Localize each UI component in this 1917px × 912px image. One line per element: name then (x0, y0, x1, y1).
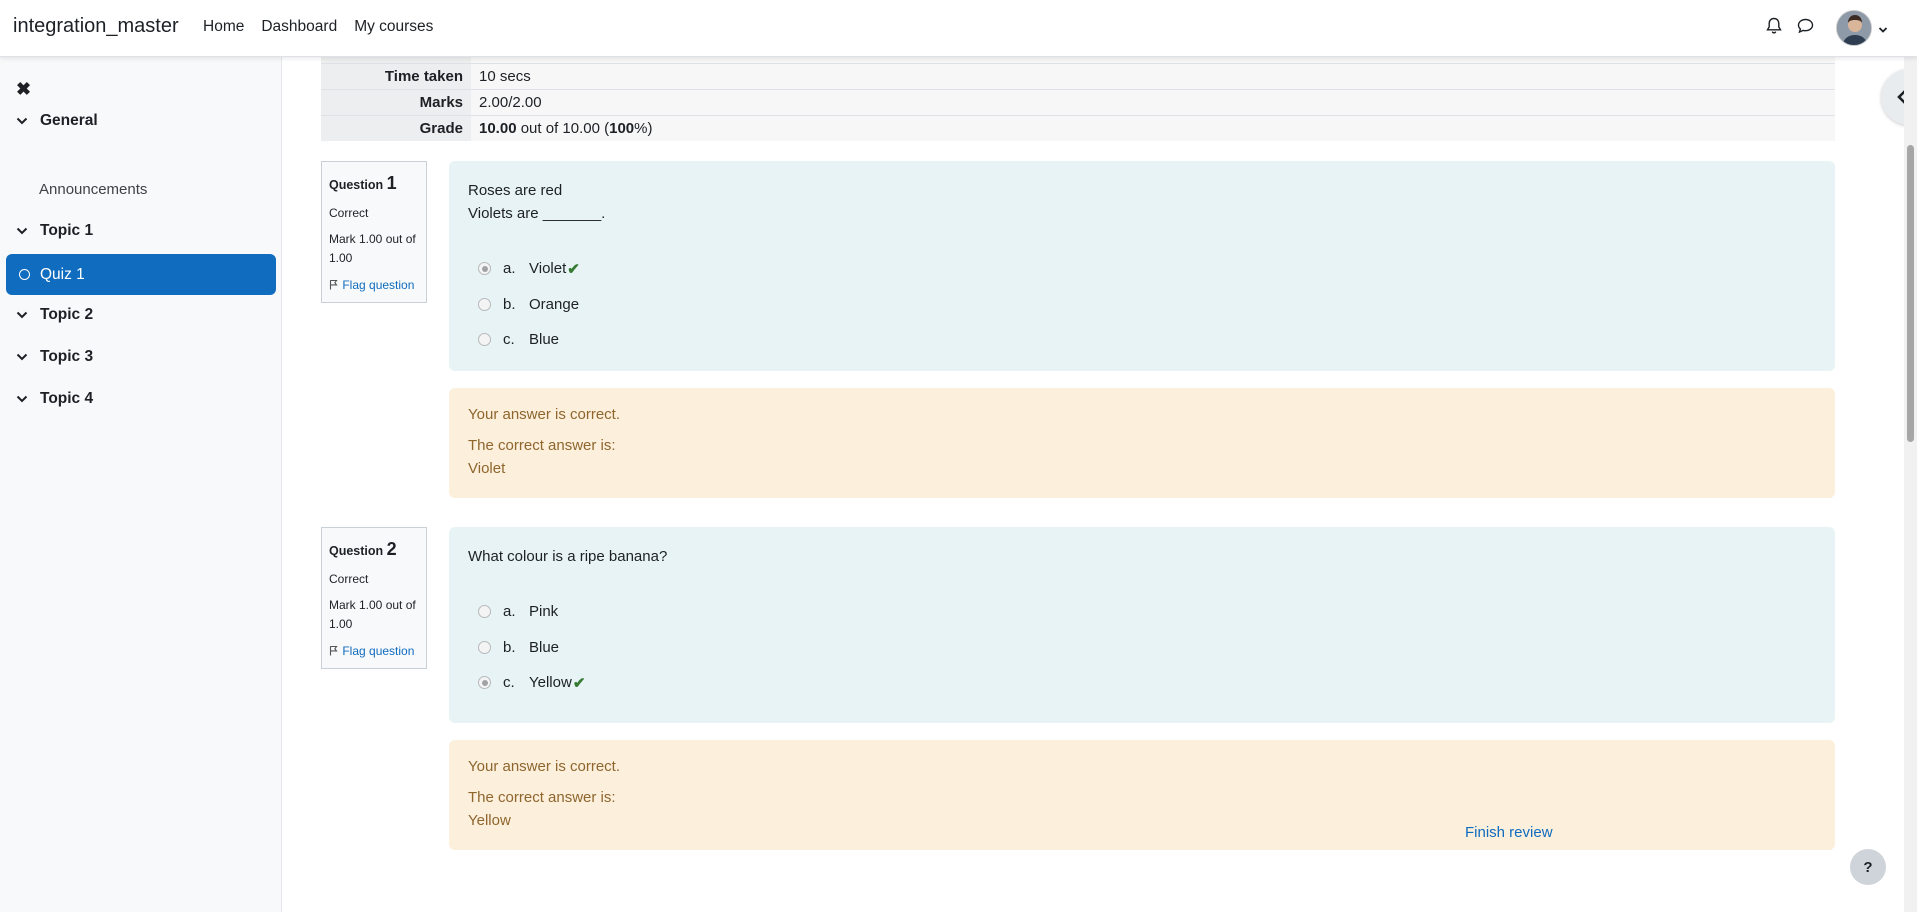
question-1-formulation: Roses are red Violets are _______. a. Vi… (449, 161, 1835, 371)
answer-options: a. Violet ✔ b. Orange c. Blue (468, 251, 1816, 358)
chevron-down-icon (16, 117, 28, 125)
close-drawer-icon[interactable]: ✖ (16, 79, 31, 100)
messages-chat-icon[interactable] (1797, 18, 1814, 38)
site-brand[interactable]: integration_master (13, 15, 179, 38)
right-answer: Violet (468, 460, 506, 477)
question-grade: Mark 1.00 out of 1.00 (329, 232, 416, 266)
activity-announcements[interactable]: Announcements (39, 181, 147, 198)
question-grade: Mark 1.00 out of 1.00 (329, 598, 416, 632)
summary-value: 10 secs (471, 64, 1835, 89)
question-state: Correct (329, 205, 369, 220)
answer-radio[interactable] (478, 262, 491, 276)
answer-option[interactable]: c. Blue (468, 322, 1816, 358)
primary-navigation: Home Dashboard My courses (203, 18, 433, 36)
notification-bell-icon[interactable] (1766, 17, 1782, 39)
user-avatar[interactable] (1836, 10, 1872, 46)
section-topic-2[interactable]: Topic 2 (16, 306, 93, 324)
quiz-review-summary-table: Time taken 10 secs Marks 2.00/2.00 Grade… (321, 57, 1835, 141)
answer-radio[interactable] (478, 297, 491, 311)
course-index-drawer: ✖ General Announcements Topic 1 Quiz 1 T… (0, 57, 282, 912)
question-1-info: Question 1 Correct Mark 1.00 out of 1.00… (321, 161, 427, 304)
summary-row-marks: Marks 2.00/2.00 (321, 89, 1835, 115)
right-answer-label: The correct answer is: (468, 437, 616, 454)
summary-value: 2.00/2.00 (471, 90, 1835, 115)
summary-value: 10.00 out of 10.00 (100%) (471, 116, 1835, 141)
question-text: Roses are red Violets are _______. (468, 182, 606, 222)
chevron-down-icon (16, 311, 28, 319)
right-answer: Yellow (468, 812, 511, 829)
section-general[interactable]: General (16, 112, 98, 130)
answer-option[interactable]: b. Blue (468, 630, 1816, 666)
flag-icon (329, 645, 338, 656)
section-topic-3[interactable]: Topic 3 (16, 348, 93, 366)
question-number: Question 2 (329, 539, 397, 559)
finish-review-link[interactable]: Finish review (1465, 824, 1553, 841)
answer-option[interactable]: a. Pink (468, 594, 1816, 630)
question-1-outcome: Your answer is correct. The correct answ… (449, 388, 1835, 498)
section-topic-4[interactable]: Topic 4 (16, 390, 93, 408)
summary-row-grade: Grade 10.00 out of 10.00 (100%) (321, 115, 1835, 141)
feedback-text: Your answer is correct. (468, 406, 621, 423)
question-number: Question 1 (329, 173, 397, 193)
feedback-text: Your answer is correct. (468, 758, 621, 775)
help-button[interactable]: ? (1850, 849, 1886, 885)
answer-option[interactable]: a. Violet ✔ (468, 251, 1816, 287)
nav-my-courses-link[interactable]: My courses (354, 18, 433, 36)
answer-radio[interactable] (478, 640, 491, 654)
chevron-down-icon (16, 395, 28, 403)
question-2-info: Question 2 Correct Mark 1.00 out of 1.00… (321, 527, 427, 670)
flag-question-link[interactable]: Flag question (329, 642, 419, 661)
summary-header: Grade (321, 116, 471, 141)
question-2-formulation: What colour is a ripe banana? a. Pink b.… (449, 527, 1835, 723)
top-navbar: integration_master Home Dashboard My cou… (0, 0, 1917, 57)
summary-row-time-taken: Time taken 10 secs (321, 63, 1835, 89)
answer-radio[interactable] (478, 333, 491, 347)
completion-circle-icon (19, 269, 30, 280)
chevron-down-icon (16, 353, 28, 361)
question-2-outcome: Your answer is correct. The correct answ… (449, 740, 1835, 850)
section-topic-1[interactable]: Topic 1 (16, 222, 93, 240)
flag-question-link[interactable]: Flag question (329, 276, 419, 295)
question-state: Correct (329, 571, 369, 586)
answer-radio[interactable] (478, 676, 491, 690)
answer-option[interactable]: b. Orange (468, 287, 1816, 323)
correct-check-icon: ✔ (567, 260, 580, 278)
chevron-down-icon (16, 227, 28, 235)
question-text: What colour is a ripe banana? (468, 548, 668, 565)
answer-options: a. Pink b. Blue c. Yellow ✔ (468, 594, 1816, 701)
answer-option[interactable]: c. Yellow ✔ (468, 665, 1816, 701)
flag-icon (329, 279, 338, 290)
scrollbar-thumb[interactable] (1907, 145, 1914, 442)
summary-header: Time taken (321, 64, 471, 89)
answer-radio[interactable] (478, 605, 491, 619)
right-answer-label: The correct answer is: (468, 789, 616, 806)
correct-check-icon: ✔ (572, 674, 586, 692)
user-menu-chevron-down-icon[interactable] (1878, 21, 1888, 38)
summary-row-clipped (321, 57, 1835, 63)
main-region: Time taken 10 secs Marks 2.00/2.00 Grade… (282, 57, 1917, 912)
activity-quiz-1-active[interactable]: Quiz 1 (6, 254, 276, 295)
nav-dashboard-link[interactable]: Dashboard (261, 18, 337, 36)
nav-home-link[interactable]: Home (203, 18, 244, 36)
summary-header: Marks (321, 90, 471, 115)
